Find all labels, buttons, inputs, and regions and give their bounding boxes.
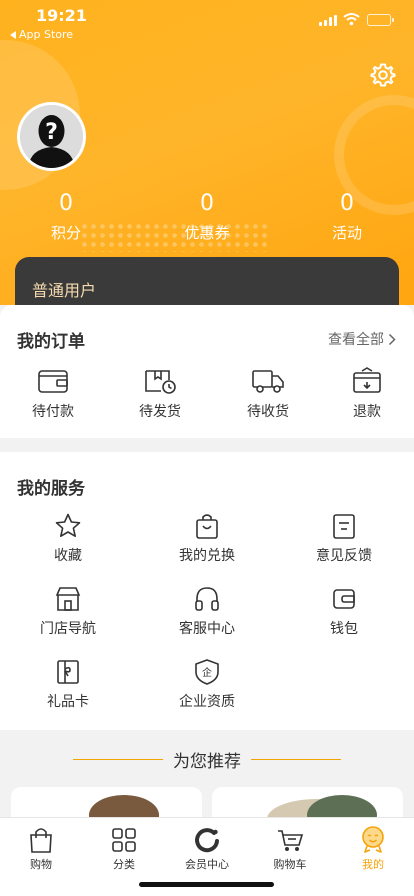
divider-line	[73, 758, 163, 760]
service-label: 收藏	[54, 548, 82, 564]
recommend-title: 为您推荐	[173, 751, 241, 772]
battery-icon	[367, 14, 394, 26]
wallet-icon	[333, 589, 355, 609]
recommend-header: 为您推荐	[0, 747, 414, 772]
service-label: 意见反馈	[316, 548, 372, 564]
refund-icon	[353, 367, 381, 393]
divider-line	[251, 758, 341, 760]
stat-activities[interactable]: 0 活动	[297, 190, 397, 243]
service-label: 钱包	[330, 621, 358, 637]
back-arrow-icon	[10, 30, 16, 39]
gift-card-icon	[57, 660, 79, 684]
stat-value: 0	[59, 191, 73, 216]
svg-text:?: ?	[45, 120, 58, 145]
tab-profile[interactable]: 我的	[332, 826, 414, 872]
tab-label: 分类	[113, 858, 135, 871]
wallet-icon	[38, 370, 68, 393]
cart-icon	[278, 830, 304, 851]
order-pending-receipt[interactable]: 待收货	[228, 367, 308, 421]
package-clock-icon	[145, 370, 176, 394]
service-label: 企业资质	[179, 694, 235, 710]
service-store-navigation[interactable]: 门店导航	[13, 585, 123, 638]
chevron-right-icon	[388, 333, 396, 345]
service-enterprise-qualification[interactable]: 企 企业资质	[152, 658, 262, 711]
orders-section: 我的订单 查看全部 待付款 待发货 待收货 退款	[0, 305, 414, 438]
order-label: 待付款	[32, 404, 74, 420]
badge-icon: 企	[195, 659, 219, 685]
service-label: 礼品卡	[47, 694, 89, 710]
service-label: 门店导航	[40, 621, 96, 637]
stat-label: 积分	[50, 224, 81, 242]
back-to-app-store[interactable]: App Store	[10, 28, 73, 41]
back-label: App Store	[19, 28, 74, 41]
tab-label: 购物车	[273, 858, 307, 871]
service-wallet[interactable]: 钱包	[289, 585, 399, 638]
feedback-icon	[333, 514, 355, 539]
tab-label: 我的	[362, 858, 384, 871]
settings-gear-icon[interactable]	[370, 62, 396, 88]
grid-icon	[112, 828, 136, 852]
wifi-icon	[343, 13, 360, 26]
service-customer-center[interactable]: 客服中心	[152, 585, 262, 638]
member-level: 普通用户	[32, 281, 97, 300]
order-label: 待发货	[139, 404, 181, 420]
order-label: 退款	[353, 404, 381, 420]
truck-icon	[252, 370, 284, 393]
profile-icon	[362, 826, 384, 853]
order-refund[interactable]: 退款	[327, 367, 407, 421]
headphones-icon	[195, 587, 219, 611]
service-feedback[interactable]: 意见反馈	[289, 512, 399, 565]
tab-label: 购物	[30, 858, 52, 871]
service-label: 我的兑换	[179, 548, 235, 564]
service-label: 客服中心	[179, 621, 235, 637]
star-icon	[55, 513, 81, 537]
tab-shopping[interactable]: 购物	[0, 826, 82, 872]
stat-value: 0	[340, 191, 354, 216]
cellular-signal-icon	[319, 15, 337, 26]
home-indicator	[139, 882, 274, 887]
tab-label: 会员中心	[185, 858, 229, 871]
stat-label: 活动	[331, 224, 362, 242]
orders-title: 我的订单	[17, 332, 85, 352]
status-time: 19:21	[36, 6, 87, 25]
bag-icon	[30, 828, 52, 853]
tab-category[interactable]: 分类	[83, 826, 165, 872]
services-title: 我的服务	[17, 479, 85, 499]
services-section: 我的服务 收藏 我的兑换 意见反馈 门店导航 客服中心 钱包 礼品卡 企 企业资…	[0, 452, 414, 730]
order-pending-payment[interactable]: 待付款	[13, 367, 93, 421]
member-icon	[195, 828, 219, 853]
order-label: 待收货	[247, 404, 289, 420]
see-all-orders-link[interactable]: 查看全部	[328, 329, 396, 349]
service-gift-card[interactable]: 礼品卡	[13, 658, 123, 711]
status-bar: 19:21 App Store	[0, 0, 414, 44]
see-all-label: 查看全部	[328, 332, 384, 348]
stat-points[interactable]: 0 积分	[16, 190, 116, 243]
tab-member-center[interactable]: 会员中心	[166, 826, 248, 872]
service-my-exchange[interactable]: 我的兑换	[152, 512, 262, 565]
order-pending-shipment[interactable]: 待发货	[120, 367, 200, 421]
stat-coupons[interactable]: 0 优惠券	[157, 190, 257, 243]
store-icon	[55, 587, 81, 611]
svg-text:企: 企	[202, 666, 212, 679]
stat-label: 优惠券	[184, 224, 230, 242]
stat-value: 0	[200, 191, 214, 216]
shopping-bag-icon	[196, 514, 218, 539]
unknown-user-icon: ?	[20, 105, 83, 168]
tab-cart[interactable]: 购物车	[249, 826, 331, 872]
avatar[interactable]: ?	[17, 102, 86, 171]
service-favorites[interactable]: 收藏	[13, 512, 123, 565]
